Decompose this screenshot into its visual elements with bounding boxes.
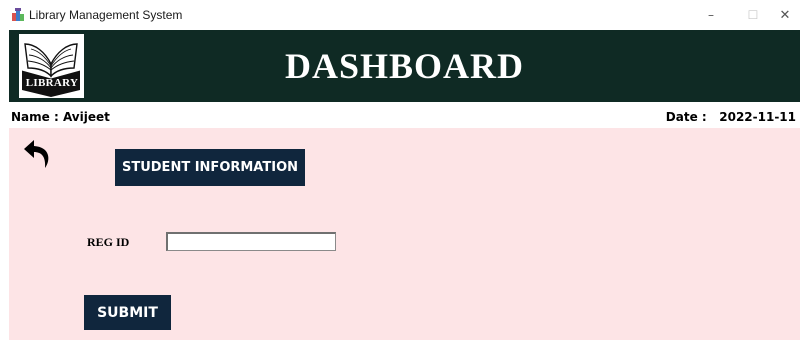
dashboard-header: LIBRARY DASHBOARD: [9, 30, 800, 102]
current-date: Date : 2022-11-11: [665, 110, 796, 124]
user-name: Name : Avijeet: [11, 110, 110, 124]
reg-id-label: REG ID: [87, 235, 130, 249]
window-title: Library Management System: [29, 8, 183, 22]
page-title: DASHBOARD: [284, 46, 525, 86]
main-content: STUDENT INFORMATION REG ID SUBMIT: [9, 128, 800, 340]
user-info-bar: Name : Avijeet Date : 2022-11-11: [0, 102, 800, 128]
maximize-button[interactable]: ☐: [738, 4, 768, 26]
reg-id-input[interactable]: [166, 232, 336, 251]
student-information-button[interactable]: STUDENT INFORMATION: [115, 149, 305, 186]
close-button[interactable]: ✕: [770, 4, 800, 26]
app-icon: [12, 8, 24, 21]
submit-button[interactable]: SUBMIT: [84, 295, 171, 330]
title-bar: Library Management System – ☐ ✕: [0, 0, 800, 30]
back-arrow-icon[interactable]: [23, 138, 53, 170]
minimize-button[interactable]: –: [696, 4, 726, 26]
